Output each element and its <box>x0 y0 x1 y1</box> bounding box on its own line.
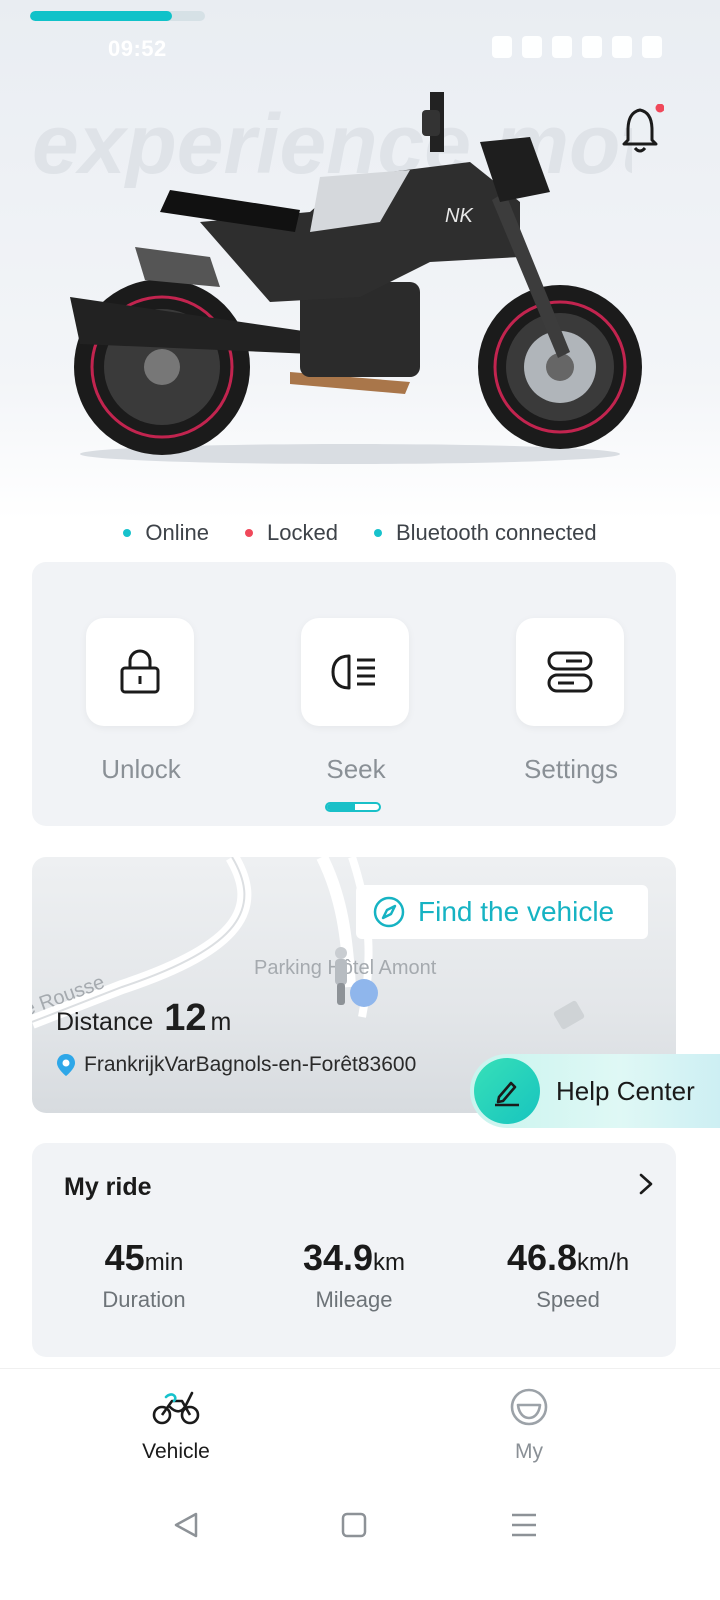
progress-fill <box>30 11 172 21</box>
chevron-right-icon[interactable] <box>634 1169 658 1199</box>
location-icon <box>582 36 602 58</box>
menu-icon[interactable] <box>512 1513 536 1537</box>
vehicle-status-row: Online Locked Bluetooth connected <box>0 520 720 546</box>
unlock-label: Unlock <box>101 754 181 784</box>
status-dot <box>123 529 132 537</box>
notification-bell-icon[interactable] <box>620 104 664 156</box>
headlight-icon <box>331 654 375 690</box>
distance-value: 12 <box>164 997 207 1039</box>
stat-unit: km <box>373 1249 406 1276</box>
seek-tile[interactable] <box>301 618 409 726</box>
pen-icon <box>495 1081 519 1107</box>
location-pin-icon <box>57 1054 75 1076</box>
find-vehicle-label: Find the vehicle <box>418 896 615 927</box>
alarm-icon <box>492 36 512 58</box>
status-online: Online <box>123 520 209 546</box>
settings-button[interactable]: Settings <box>516 618 626 785</box>
compass-icon <box>373 896 405 928</box>
signal-icon <box>612 36 632 58</box>
distance-label: Distance <box>56 1008 154 1036</box>
find-vehicle-button[interactable]: Find the vehicle <box>356 885 648 939</box>
seek-label: Seek <box>326 754 386 784</box>
help-icon-circle <box>474 1058 540 1124</box>
lock-icon <box>120 649 160 694</box>
control-panel: Unlock Seek Settings <box>32 562 676 826</box>
stat-mileage: 34.9km Mileage <box>254 1237 454 1313</box>
stat-caption: Speed <box>536 1287 600 1312</box>
nav-vehicle-label: Vehicle <box>142 1440 210 1463</box>
my-ride-card[interactable]: My ride 45min Duration 34.9km Mileage 46… <box>32 1143 676 1357</box>
toggles-icon <box>547 651 593 693</box>
settings-tile[interactable] <box>516 618 624 726</box>
status-locked-label: Locked <box>267 520 338 545</box>
bluetooth-icon <box>552 36 572 58</box>
address-row: FrankrijkVarBagnols-en-Forêt83600 <box>56 1053 416 1077</box>
stat-value: 34.9 <box>302 1237 374 1278</box>
model-badge: NK <box>445 205 474 227</box>
status-bluetooth: Bluetooth connected <box>373 520 597 546</box>
nav-my-label: My <box>515 1440 543 1463</box>
status-online-label: Online <box>145 520 210 545</box>
nav-vehicle[interactable]: Vehicle <box>96 1387 256 1464</box>
settings-label: Settings <box>524 754 618 784</box>
user-location-dot <box>350 979 378 1007</box>
notification-badge <box>655 104 664 113</box>
help-center-label: Help Center <box>556 1075 695 1106</box>
seek-button[interactable]: Seek <box>301 618 411 785</box>
status-time: 09:52 <box>108 36 167 61</box>
page-indicator <box>325 802 381 812</box>
unlock-tile[interactable] <box>86 618 194 726</box>
help-center-button[interactable]: Help Center <box>470 1054 720 1128</box>
stat-unit: min <box>144 1249 184 1276</box>
motorcycle-icon <box>152 1391 200 1425</box>
address-text: FrankrijkVarBagnols-en-Forêt83600 <box>84 1053 417 1076</box>
system-nav-bar <box>174 1512 536 1538</box>
progress-bar <box>30 11 205 21</box>
distance-readout: Distance 12 m <box>56 997 231 1040</box>
stat-value: 46.8 <box>506 1237 578 1278</box>
status-dot <box>245 529 254 537</box>
stat-unit: km/h <box>577 1249 630 1276</box>
my-ride-title: My ride <box>64 1173 152 1201</box>
status-locked: Locked <box>245 520 338 546</box>
motorcycle-image: NK <box>70 92 642 464</box>
home-icon[interactable] <box>341 1512 367 1538</box>
bottom-nav: Vehicle My <box>0 1368 720 1472</box>
status-dot <box>373 529 382 537</box>
stat-value: 45 <box>104 1237 145 1278</box>
smiley-profile-icon <box>510 1388 548 1426</box>
distance-unit: m <box>210 1008 232 1036</box>
status-bluetooth-label: Bluetooth connected <box>395 520 597 545</box>
unlock-button[interactable]: Unlock <box>86 618 196 785</box>
nav-my[interactable]: My <box>449 1387 609 1464</box>
stat-speed: 46.8km/h Speed <box>468 1237 668 1313</box>
battery-icon <box>642 36 662 58</box>
status-icons <box>492 36 662 58</box>
back-icon[interactable] <box>174 1512 198 1538</box>
stat-duration: 45min Duration <box>44 1237 244 1313</box>
stat-caption: Mileage <box>315 1287 393 1312</box>
stat-caption: Duration <box>102 1287 186 1312</box>
vibrate-icon <box>522 36 542 58</box>
